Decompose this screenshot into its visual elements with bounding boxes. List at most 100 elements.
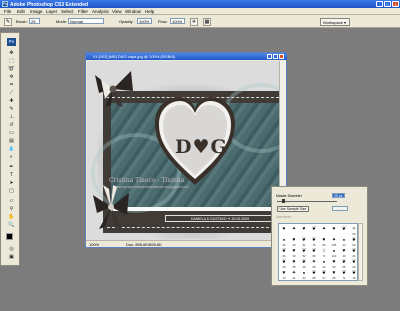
type-tool-icon[interactable]: T [8, 172, 15, 179]
brush-preset-cell[interactable]: ❦ 60 [309, 247, 319, 258]
brush-preset-cell[interactable]: ✦ [319, 225, 329, 236]
brush-preset-cell[interactable]: ✧ 60 [349, 225, 357, 236]
menu-select[interactable]: Select [61, 9, 74, 14]
brush-preset-cell[interactable]: ♥ [299, 225, 309, 236]
document-title-bar[interactable]: 01 [003] [MB] D&G capa.jpg @ 100% (RGB/8… [86, 53, 287, 60]
brush-preset-cell[interactable]: ♥ 49 [339, 247, 349, 258]
brush-preset-cell[interactable]: ● 46 [279, 236, 289, 247]
brush-preset-cell[interactable]: ♥ 35 [289, 258, 299, 269]
gradient-tool-icon[interactable]: ▤ [8, 138, 15, 145]
brush-preset-cell[interactable]: ♥ [329, 225, 339, 236]
brush-preset-cell[interactable]: ❦ 46 [299, 258, 309, 269]
menu-layer[interactable]: Layer [46, 9, 57, 14]
eraser-tool-icon[interactable]: ▭ [8, 130, 15, 137]
brush-grid-scrollbar[interactable] [358, 223, 363, 281]
magic-wand-tool-icon[interactable]: ✲ [8, 74, 15, 81]
menu-analysis[interactable]: Analysis [92, 9, 109, 14]
history-brush-tool-icon[interactable]: ↺ [8, 122, 15, 129]
mode-select[interactable]: Normal [68, 18, 104, 24]
brush-preset-cell[interactable]: ❦ 26 [349, 247, 357, 258]
brush-preset-cell[interactable]: ❦ 49 [279, 258, 289, 269]
image-canvas[interactable]: D♥G DANIELA & GUSTAVO ✦ 30.05.2009 Crist… [87, 61, 280, 241]
menu-filter[interactable]: Filter [78, 9, 88, 14]
menu-bar: File Edit Image Layer Select Filter Anal… [0, 8, 400, 15]
doc-maximize-button[interactable] [273, 53, 278, 59]
brush-preset-cell[interactable]: ● 43 [299, 269, 309, 280]
hardness-field[interactable] [332, 206, 348, 211]
brush-preset-cell[interactable]: ✦ [289, 225, 299, 236]
diameter-slider-thumb[interactable] [282, 199, 285, 203]
menu-help[interactable]: Help [145, 9, 154, 14]
hand-tool-icon[interactable]: ✋ [8, 214, 15, 221]
dodge-tool-icon[interactable]: ◐ [8, 154, 15, 161]
brush-preset-cell[interactable]: ❦ 71 [339, 269, 349, 280]
airbrush-icon[interactable]: ✈ [190, 17, 198, 26]
opacity-field[interactable]: 100% [137, 18, 152, 24]
brush-preset-cell[interactable]: ❦ [339, 225, 349, 236]
brush-preset-cell[interactable]: ❦ 56 [339, 258, 349, 269]
brush-preset-cell[interactable]: ● 24 [339, 236, 349, 247]
zoom-tool-icon[interactable]: 🔍 [8, 222, 15, 229]
blur-tool-icon[interactable]: 💧 [8, 146, 15, 153]
brush-preset-cell[interactable]: ❦ 52 [349, 236, 357, 247]
flow-field[interactable]: 100% [170, 18, 185, 24]
brush-preset-cell[interactable]: ● 100 [329, 247, 339, 258]
brush-preset-cell[interactable]: ❦ 19 [349, 269, 357, 280]
shape-tool-icon[interactable]: ▢ [8, 188, 15, 195]
menu-file[interactable]: File [4, 9, 11, 14]
slice-tool-icon[interactable]: ⟋ [8, 90, 15, 97]
eyedropper-tool-icon[interactable]: ⚲ [8, 206, 15, 213]
pen-tool-icon[interactable]: ✒ [8, 164, 15, 171]
notes-tool-icon[interactable]: ▱ [8, 198, 15, 205]
menu-view[interactable]: View [112, 9, 122, 14]
brush-tool-icon[interactable]: ✎ [8, 106, 15, 113]
brush-preset-cell[interactable]: ✦ 59 [309, 258, 319, 269]
brush-preset-cell[interactable]: ❦ 36 [279, 247, 289, 258]
workspace-menu[interactable]: Workspace ▾ [320, 17, 350, 26]
foreground-color-swatch[interactable] [6, 233, 13, 240]
brush-size-picker[interactable]: 25 [29, 18, 40, 24]
brush-preset-cell[interactable]: ❦ 80 [309, 269, 319, 280]
lasso-tool-icon[interactable]: ➰ [8, 66, 15, 73]
brush-preset-cell[interactable]: ♥ 74 [279, 269, 289, 280]
crop-tool-icon[interactable]: ⌗ [8, 82, 15, 89]
brush-preset-cell[interactable]: ❦ 52 [299, 247, 309, 258]
brush-preset-cell[interactable]: ♥ 80 [319, 236, 329, 247]
brush-preset-cell[interactable]: ♥ 65 [329, 269, 339, 280]
clone-stamp-tool-icon[interactable]: ⊥ [8, 114, 15, 121]
menu-image[interactable]: Image [30, 9, 43, 14]
brush-preset-cell[interactable]: ❦ [309, 225, 319, 236]
brush-preset-cell[interactable]: ♥ 23 [289, 236, 299, 247]
brush-preset-grid[interactable]: ♥ ✦ ♥ ❦ ✦ ♥ ❦ ✧ 60 ● 46 ♥ 23 ❦ 61 ❦ 75 ♥ 80 ✦ 105 ● 24 ❦ 52 ❦ 36 ♥ 3… [278, 223, 358, 281]
minimize-button[interactable]: _ [376, 1, 383, 7]
close-button[interactable]: × [392, 1, 399, 7]
brush-preset-cell[interactable]: ☆ 71 [319, 247, 329, 258]
brush-preset-cell[interactable]: ❦ 57 [319, 269, 329, 280]
brush-preset-cell[interactable]: ❦ 75 [309, 236, 319, 247]
move-tool-icon[interactable]: ✥ [8, 50, 15, 57]
zoom-level[interactable]: 100% [89, 242, 99, 247]
maximize-button[interactable]: □ [384, 1, 391, 7]
doc-minimize-button[interactable] [267, 53, 272, 59]
healing-brush-tool-icon[interactable]: ✚ [8, 98, 15, 105]
brush-preset-cell[interactable]: ✦ 105 [329, 236, 339, 247]
brush-preset-cell[interactable]: ❦ 62 [349, 258, 357, 269]
brush-preset-cell[interactable]: ♥ [279, 225, 289, 236]
brush-palette-toggle-icon[interactable]: ▦ [203, 17, 211, 26]
use-sample-size-button[interactable]: Use Sample Size [277, 206, 309, 212]
brush-preset-cell[interactable]: ✦ 41 [289, 269, 299, 280]
doc-close-button[interactable] [279, 53, 284, 59]
brush-preset-cell[interactable]: ● 33 [319, 258, 329, 269]
brush-preset-cell[interactable]: ❦ 61 [299, 236, 309, 247]
diameter-slider-track[interactable] [277, 201, 337, 202]
screen-mode-icon[interactable]: ▣ [8, 254, 15, 261]
menu-window[interactable]: Window [125, 9, 141, 14]
quick-mask-icon[interactable]: ◎ [8, 246, 15, 253]
brush-tool-preset-icon[interactable]: ✎ [4, 17, 12, 26]
master-diameter-field[interactable]: 25 px [332, 193, 345, 198]
menu-edit[interactable]: Edit [17, 9, 25, 14]
brush-preset-cell[interactable]: ♥ 53 [329, 258, 339, 269]
path-selection-tool-icon[interactable]: ➤ [8, 180, 15, 187]
brush-preset-cell[interactable]: ♥ 39 [289, 247, 299, 258]
marquee-tool-icon[interactable]: ⬚ [8, 58, 15, 65]
